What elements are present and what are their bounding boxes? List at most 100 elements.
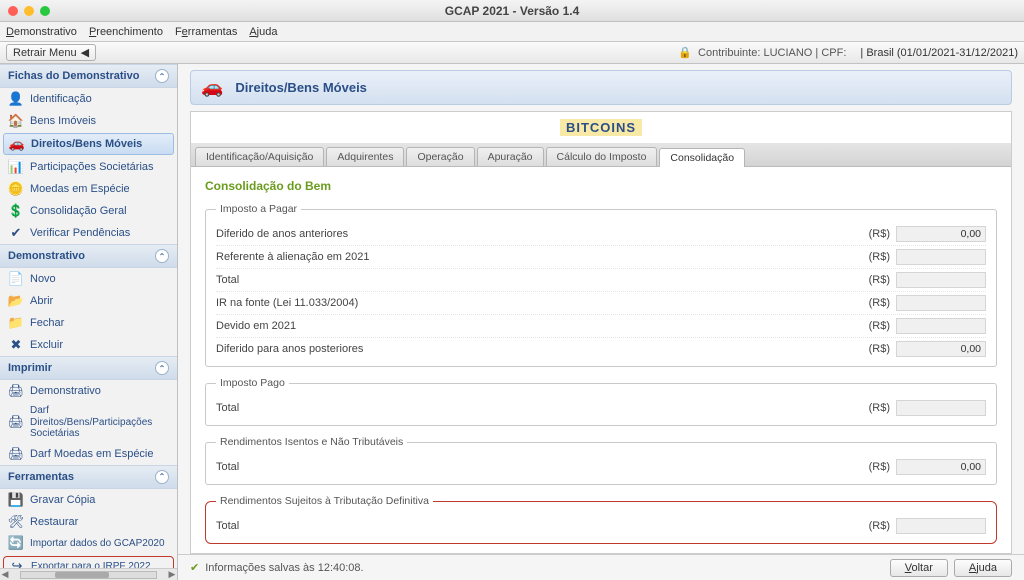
sidebar-item-icon: 🖨 bbox=[8, 383, 24, 399]
field-group: Rendimentos Sujeitos à Tributação Defini… bbox=[205, 495, 997, 544]
sidebar-item-icon: 👤 bbox=[8, 91, 24, 107]
sidebar-item-label: Demonstrativo bbox=[30, 385, 101, 397]
sidebar-item-icon: 🖨 bbox=[8, 446, 24, 462]
sidebar-group-header[interactable]: Imprimir⌃ bbox=[0, 356, 177, 380]
tab[interactable]: Cálculo do Imposto bbox=[546, 147, 658, 166]
tab[interactable]: Consolidação bbox=[659, 148, 745, 167]
sidebar-item[interactable]: 🖨 Darf Direitos/Bens/Participações Societ… bbox=[0, 402, 177, 443]
currency-label: (R$) bbox=[862, 228, 896, 240]
tab[interactable]: Identificação/Aquisição bbox=[195, 147, 324, 166]
row-label: IR na fonte (Lei 11.033/2004) bbox=[216, 297, 862, 309]
currency-label: (R$) bbox=[862, 520, 896, 532]
contribuinte-info: 🔒 Contribuinte: LUCIANO | CPF: bbox=[678, 46, 846, 59]
row-value bbox=[896, 295, 986, 311]
sidebar-item-icon: 🖨 bbox=[8, 414, 24, 430]
sidebar-item[interactable]: 📄 Novo bbox=[0, 268, 177, 290]
menu-ajuda[interactable]: Ajuda bbox=[249, 26, 277, 38]
sidebar-item-icon: 💲 bbox=[8, 203, 24, 219]
row-label: Diferido de anos anteriores bbox=[216, 228, 862, 240]
value-row: Devido em 2021(R$) bbox=[216, 315, 986, 338]
field-group: Imposto PagoTotal(R$) bbox=[205, 377, 997, 426]
row-value: 0,00 bbox=[896, 459, 986, 475]
tabs: Identificação/AquisiçãoAdquirentesOperaç… bbox=[191, 143, 1011, 167]
sidebar-item-icon: 💾 bbox=[8, 492, 24, 508]
row-value bbox=[896, 518, 986, 534]
sidebar-item[interactable]: 📊 Participações Societárias bbox=[0, 156, 177, 178]
sidebar-item[interactable]: 🔄Importar dados do GCAP2020 bbox=[0, 533, 177, 555]
toolbar: Retrair Menu ◀ 🔒 Contribuinte: LUCIANO |… bbox=[0, 42, 1024, 64]
sidebar-item-label: Bens Imóveis bbox=[30, 115, 96, 127]
sidebar-item-label: Participações Societárias bbox=[30, 161, 154, 173]
sidebar-item[interactable]: 🖨 Darf Moedas em Espécie bbox=[0, 443, 177, 465]
value-row: Total(R$) bbox=[216, 269, 986, 292]
check-icon: ✔ bbox=[190, 561, 199, 574]
car-icon: 🚗 bbox=[201, 77, 223, 98]
sidebar-group-header[interactable]: Ferramentas⌃ bbox=[0, 465, 177, 489]
sidebar-item-label: Darf Direitos/Bens/Participações Societá… bbox=[30, 405, 169, 440]
sidebar-item-icon: 📊 bbox=[8, 159, 24, 175]
sidebar-item[interactable]: 👤 Identificação bbox=[0, 88, 177, 110]
chevron-up-icon: ⌃ bbox=[155, 470, 169, 484]
sidebar-hscrollbar[interactable]: ◀▶ bbox=[0, 568, 177, 580]
currency-label: (R$) bbox=[862, 461, 896, 473]
tab[interactable]: Operação bbox=[406, 147, 474, 166]
value-row: IR na fonte (Lei 11.033/2004)(R$) bbox=[216, 292, 986, 315]
sidebar-item[interactable]: 📁Fechar bbox=[0, 312, 177, 334]
sidebar-item[interactable]: 💲Consolidação Geral bbox=[0, 200, 177, 222]
sidebar-item[interactable]: 💾 Gravar Cópia bbox=[0, 489, 177, 511]
sidebar-item[interactable]: ✔Verificar Pendências bbox=[0, 222, 177, 244]
sidebar-item[interactable]: 📂Abrir bbox=[0, 290, 177, 312]
sidebar-item-icon: 🛠 bbox=[8, 514, 24, 530]
value-row: Referente à alienação em 2021(R$) bbox=[216, 246, 986, 269]
currency-label: (R$) bbox=[862, 343, 896, 355]
sidebar-item-label: Identificação bbox=[30, 93, 92, 105]
sidebar-item[interactable]: 🛠Restaurar bbox=[0, 511, 177, 533]
sidebar-item[interactable]: 🖨 Demonstrativo bbox=[0, 380, 177, 402]
row-label: Referente à alienação em 2021 bbox=[216, 251, 862, 263]
sidebar-item-icon: ✖ bbox=[8, 337, 24, 353]
periodo-info: | Brasil (01/01/2021-31/12/2021) bbox=[860, 47, 1018, 59]
sidebar-group-header[interactable]: Fichas do Demonstrativo⌃ bbox=[0, 64, 177, 88]
retrair-menu-button[interactable]: Retrair Menu ◀ bbox=[6, 44, 96, 61]
value-row: Total(R$) bbox=[216, 515, 986, 537]
row-value bbox=[896, 249, 986, 265]
menu-preenchimento[interactable]: Preenchimento bbox=[89, 26, 163, 38]
chevron-left-icon: ◀ bbox=[81, 46, 89, 59]
sidebar-item[interactable]: 🏠Bens Imóveis bbox=[0, 110, 177, 132]
sidebar-item-label: Verificar Pendências bbox=[30, 227, 130, 239]
value-row: Diferido de anos anteriores(R$)0,00 bbox=[216, 223, 986, 246]
menubar: Demonstrativo Preenchimento Ferramentas … bbox=[0, 22, 1024, 42]
menu-ferramentas[interactable]: Ferramentas bbox=[175, 26, 237, 38]
ajuda-button[interactable]: Ajuda bbox=[954, 559, 1012, 577]
lock-icon: 🔒 bbox=[678, 47, 692, 59]
row-label: Diferido para anos posteriores bbox=[216, 343, 862, 355]
sidebar-item-label: Darf Moedas em Espécie bbox=[30, 448, 154, 460]
row-value: 0,00 bbox=[896, 226, 986, 242]
row-value bbox=[896, 400, 986, 416]
menu-demonstrativo[interactable]: Demonstrativo bbox=[6, 26, 77, 38]
sidebar-item-label: Novo bbox=[30, 273, 56, 285]
voltar-button[interactable]: Voltar bbox=[890, 559, 948, 577]
page-header: 🚗 Direitos/Bens Móveis bbox=[190, 70, 1012, 105]
row-label: Total bbox=[216, 274, 862, 286]
currency-label: (R$) bbox=[862, 402, 896, 414]
sidebar-group-header[interactable]: Demonstrativo⌃ bbox=[0, 244, 177, 268]
currency-label: (R$) bbox=[862, 297, 896, 309]
sidebar-item-label: Moedas em Espécie bbox=[30, 183, 130, 195]
tab[interactable]: Adquirentes bbox=[326, 147, 404, 166]
sidebar-item-icon: 📄 bbox=[8, 271, 24, 287]
sidebar-item-icon: 🪙 bbox=[8, 181, 24, 197]
field-group: Rendimentos Isentos e Não TributáveisTot… bbox=[205, 436, 997, 485]
tab[interactable]: Apuração bbox=[477, 147, 544, 166]
sidebar-item[interactable]: 🪙 Moedas em Espécie bbox=[0, 178, 177, 200]
sidebar-item-label: Direitos/Bens Móveis bbox=[31, 138, 142, 150]
window-title: GCAP 2021 - Versão 1.4 bbox=[0, 4, 1024, 18]
currency-label: (R$) bbox=[862, 274, 896, 286]
statusbar: ✔ Informações salvas às 12:40:08. Voltar… bbox=[178, 554, 1024, 580]
sidebar-item-icon: 🔄 bbox=[8, 536, 24, 552]
sidebar-item-label: Gravar Cópia bbox=[30, 494, 95, 506]
titlebar: GCAP 2021 - Versão 1.4 bbox=[0, 0, 1024, 22]
field-group: Imposto a PagarDiferido de anos anterior… bbox=[205, 203, 997, 367]
sidebar-item[interactable]: 🚗Direitos/Bens Móveis bbox=[3, 133, 174, 155]
sidebar-item[interactable]: ✖Excluir bbox=[0, 334, 177, 356]
